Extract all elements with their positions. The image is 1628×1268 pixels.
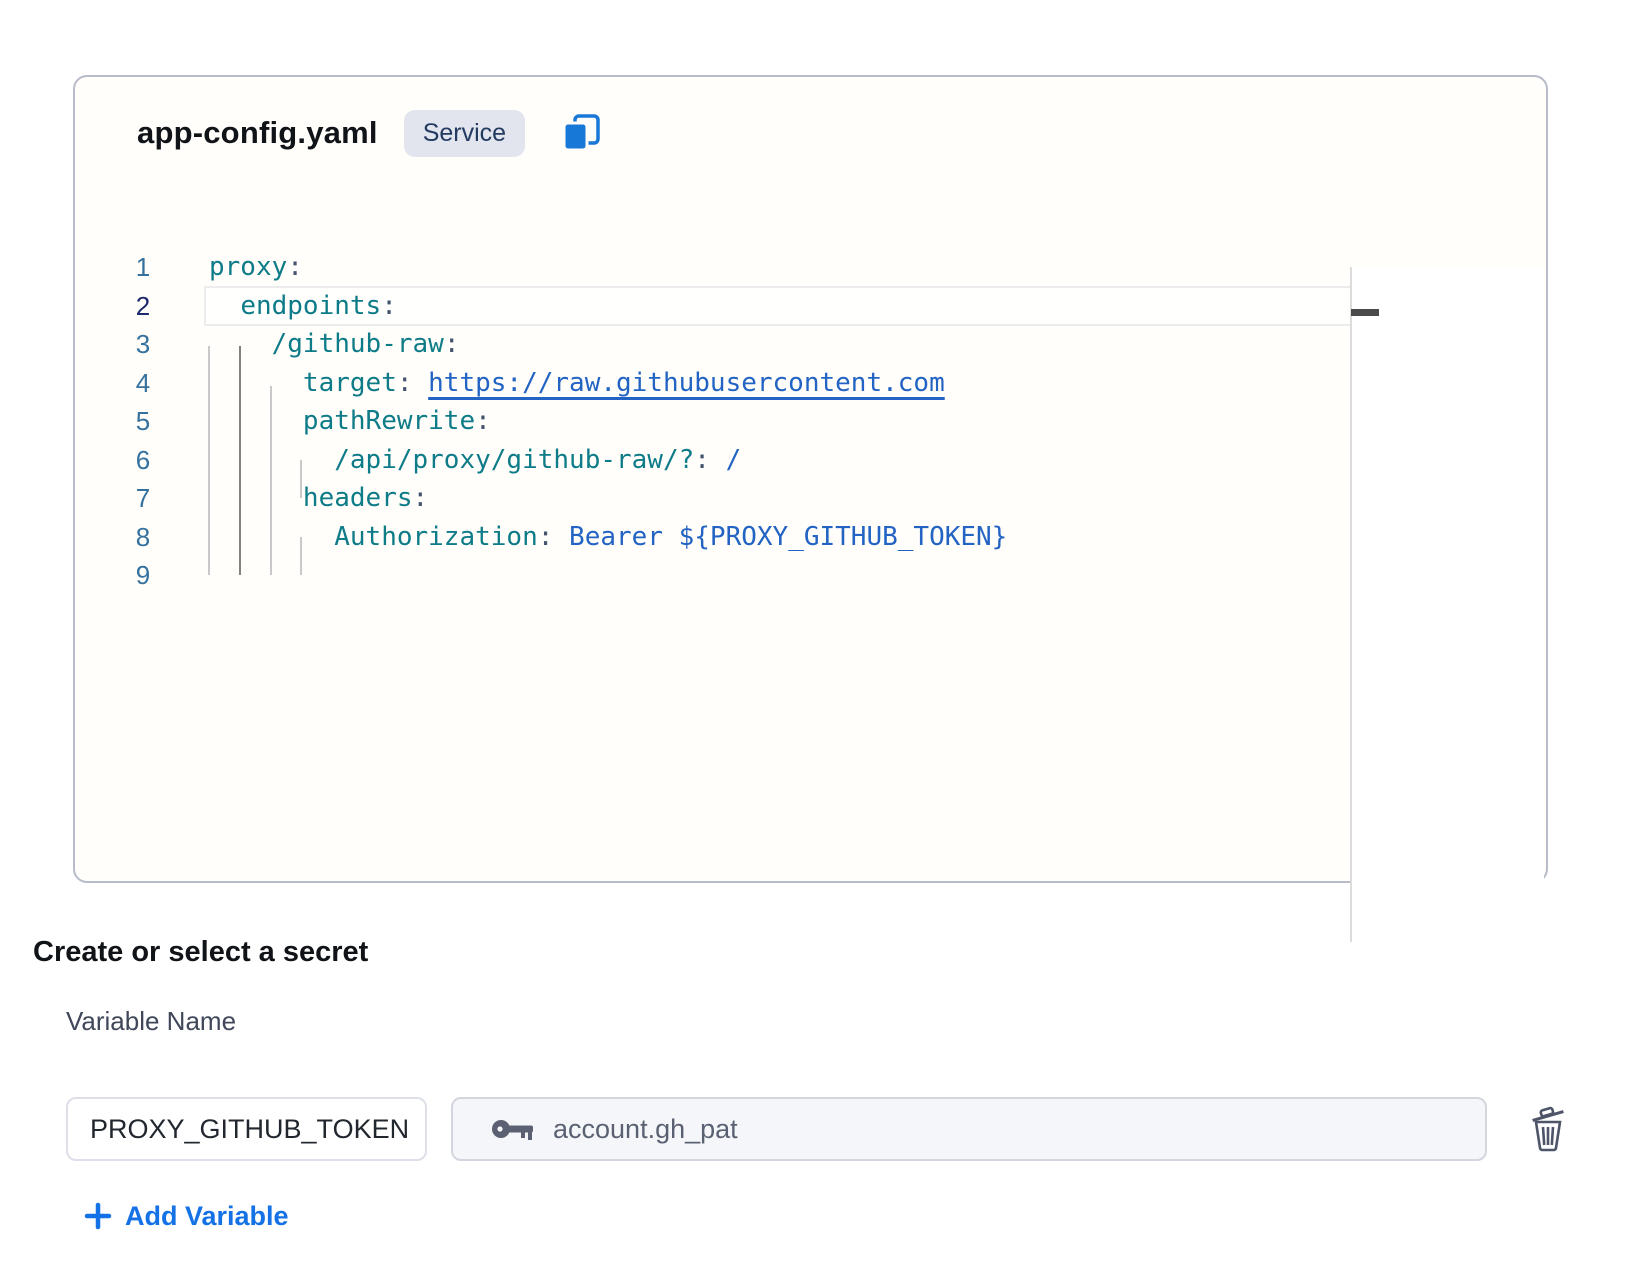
code-segment: Bearer ${PROXY_GITHUB_TOKEN}: [569, 522, 1007, 552]
copy-button[interactable]: [559, 111, 603, 155]
yaml-editor[interactable]: 123456789 proxy: endpoints: /github-raw:…: [75, 171, 1546, 881]
code-segment: target: [303, 368, 397, 398]
code-line[interactable]: proxy:: [205, 248, 1376, 287]
line-number: 9: [119, 556, 167, 595]
selected-secret-value: account.gh_pat: [553, 1114, 738, 1145]
secret-section-heading: Create or select a secret: [33, 936, 368, 969]
indent-guide: [270, 386, 272, 575]
scrollbar-rail: [1350, 267, 1352, 942]
service-badge: Service: [404, 110, 525, 157]
code-line[interactable]: /github-raw:: [205, 325, 1376, 364]
scrollbar-active-line-marker[interactable]: [1351, 309, 1379, 316]
line-number-gutter: 123456789: [119, 248, 167, 595]
indent-guide: [208, 346, 210, 575]
code-segment: :: [287, 252, 303, 282]
code-lines: proxy: endpoints: /github-raw: target: h…: [205, 248, 1376, 595]
code-segment: pathRewrite: [303, 406, 475, 436]
code-line[interactable]: headers:: [205, 479, 1376, 518]
add-variable-label: Add Variable: [125, 1201, 289, 1232]
code-line[interactable]: pathRewrite:: [205, 402, 1376, 441]
delete-variable-button[interactable]: [1526, 1104, 1570, 1156]
code-segment: :: [694, 445, 710, 475]
code-editor-card: app-config.yaml Service 123456789 proxy:…: [73, 75, 1548, 883]
variable-name-input[interactable]: [66, 1097, 427, 1161]
code-segment: [209, 483, 303, 513]
trash-icon: [1528, 1106, 1568, 1154]
code-line[interactable]: target: https://raw.githubusercontent.co…: [205, 364, 1376, 403]
secret-select-field[interactable]: account.gh_pat: [451, 1097, 1487, 1161]
code-segment: /: [726, 445, 742, 475]
code-segment: :: [444, 329, 460, 359]
variable-name-label: Variable Name: [66, 1006, 236, 1037]
add-variable-button[interactable]: Add Variable: [84, 1196, 289, 1236]
line-number: 8: [119, 518, 167, 557]
indent-guide: [239, 346, 241, 575]
code-segment: endpoints: [240, 291, 381, 321]
code-segment: proxy: [209, 252, 287, 282]
indent-guide: [300, 460, 302, 498]
code-segment: headers: [303, 483, 413, 513]
code-segment: [710, 445, 726, 475]
code-link[interactable]: https://raw.githubusercontent.com: [428, 368, 945, 398]
line-number: 2: [119, 287, 167, 326]
code-line[interactable]: [205, 556, 1376, 595]
code-segment: [209, 368, 303, 398]
line-number: 1: [119, 248, 167, 287]
code-line[interactable]: endpoints:: [205, 287, 1376, 326]
card-header: app-config.yaml Service: [137, 107, 603, 159]
code-segment: [413, 368, 429, 398]
code-segment: [209, 406, 303, 436]
code-segment: :: [538, 522, 554, 552]
code-segment: /github-raw: [272, 329, 444, 359]
code-segment: Authorization: [334, 522, 538, 552]
copy-icon: [560, 112, 602, 154]
key-icon: [491, 1116, 535, 1142]
line-number: 5: [119, 402, 167, 441]
code-line[interactable]: /api/proxy/github-raw/?: /: [205, 441, 1376, 480]
line-number: 4: [119, 364, 167, 403]
code-segment: :: [397, 368, 413, 398]
plus-icon: [84, 1202, 112, 1230]
code-segment: [209, 291, 240, 321]
code-segment: :: [475, 406, 491, 436]
file-name-title: app-config.yaml: [137, 115, 378, 151]
code-segment: [553, 522, 569, 552]
line-number: 6: [119, 441, 167, 480]
code-line[interactable]: Authorization: Bearer ${PROXY_GITHUB_TOK…: [205, 518, 1376, 557]
line-number: 7: [119, 479, 167, 518]
line-number: 3: [119, 325, 167, 364]
code-segment: :: [413, 483, 429, 513]
editor-right-margin: [1352, 267, 1544, 942]
indent-guide: [300, 537, 302, 575]
code-segment: /api/proxy/github-raw/?: [334, 445, 694, 475]
code-segment: :: [381, 291, 397, 321]
